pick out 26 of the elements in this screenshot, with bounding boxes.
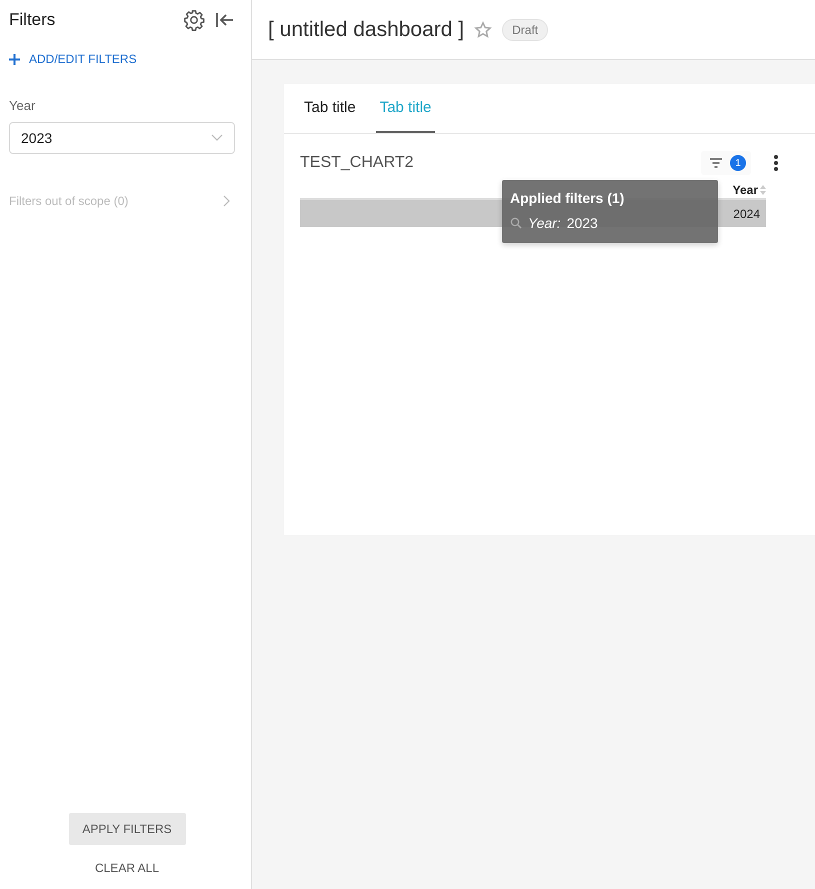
search-icon bbox=[510, 217, 522, 229]
filter-name: Year: bbox=[528, 215, 561, 231]
more-icon[interactable] bbox=[773, 154, 779, 172]
dashboard-title: [ untitled dashboard ] bbox=[268, 18, 464, 42]
tooltip-title: Applied filters (1) bbox=[510, 190, 626, 206]
column-header[interactable]: Year bbox=[732, 183, 758, 197]
filter-count-badge: 1 bbox=[730, 155, 746, 171]
star-icon[interactable] bbox=[474, 20, 492, 38]
chevron-down-icon bbox=[211, 134, 223, 142]
filter-label: Year bbox=[9, 98, 36, 113]
table-cell: 2024 bbox=[733, 206, 760, 220]
settings-icon[interactable] bbox=[183, 9, 205, 31]
filter-value: 2023 bbox=[566, 215, 598, 231]
clear-all-button[interactable]: CLEAR ALL bbox=[86, 857, 168, 879]
chevron-right-icon bbox=[223, 195, 231, 207]
apply-filters-button[interactable]: APPLY FILTERS bbox=[68, 813, 186, 845]
add-filters-link[interactable]: ADD/EDIT FILTERS bbox=[9, 52, 235, 66]
chart-title: TEST_CHART2 bbox=[300, 154, 415, 172]
tab[interactable]: Tab title bbox=[300, 84, 360, 133]
year-select[interactable]: 2023 bbox=[9, 122, 235, 154]
draft-badge: Draft bbox=[502, 18, 548, 40]
filter-indicator[interactable]: 1 bbox=[701, 151, 751, 175]
collapse-icon[interactable] bbox=[215, 11, 235, 29]
sidebar-title: Filters bbox=[9, 10, 56, 30]
filter-icon bbox=[709, 157, 723, 169]
plus-icon bbox=[9, 54, 20, 64]
